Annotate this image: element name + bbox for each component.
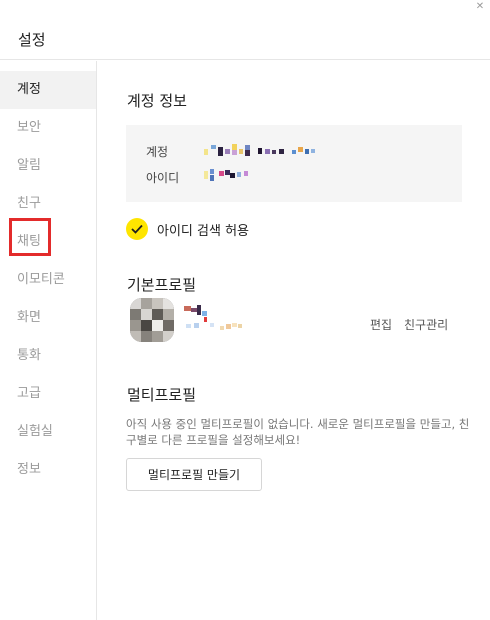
edit-profile-link[interactable]: 편집 [370,316,392,333]
window-title: 설정 [18,31,46,49]
sidebar-item-emoticons[interactable]: 이모티콘 [0,261,96,299]
sidebar-item-notifications[interactable]: 알림 [0,147,96,185]
sidebar-item-info[interactable]: 정보 [0,451,96,489]
create-multi-profile-button[interactable]: 멀티프로필 만들기 [126,458,262,491]
account-info-title: 계정 정보 [127,92,187,110]
id-search-label: 아이디 검색 허용 [157,223,249,239]
sidebar-item-account[interactable]: 계정 [0,71,96,109]
sidebar-item-security[interactable]: 보안 [0,109,96,147]
multi-profile-description: 아직 사용 중인 멀티프로필이 없습니다. 새로운 멀티프로필을 만들고, 친구… [126,417,470,447]
sidebar-item-calls[interactable]: 통화 [0,337,96,375]
settings-sidebar: 계정 보안 알림 친구 채팅 이모티콘 화면 통화 고급 실험실 정보 [0,61,97,620]
manage-friends-link[interactable]: 친구관리 [404,316,448,333]
window-header: 설정 [0,0,490,60]
sidebar-item-display[interactable]: 화면 [0,299,96,337]
multi-profile-title: 멀티프로필 [127,386,197,404]
sidebar-item-chat[interactable]: 채팅 [0,223,96,261]
sidebar-item-labs[interactable]: 실험실 [0,413,96,451]
settings-content: 계정 정보 계정 아이디 아이디 검색 허용 기본프로필 편집 친구관리 멀티프… [98,61,490,620]
basic-profile-title: 기본프로필 [127,276,197,294]
account-info-box: 계정 아이디 [126,125,462,202]
sidebar-item-advanced[interactable]: 고급 [0,375,96,413]
id-label: 아이디 [146,171,180,185]
profile-avatar[interactable] [130,298,174,342]
id-search-toggle[interactable]: 아이디 검색 허용 [126,218,249,240]
sidebar-item-friends[interactable]: 친구 [0,185,96,223]
account-label: 계정 [146,145,169,159]
check-icon [126,218,148,240]
